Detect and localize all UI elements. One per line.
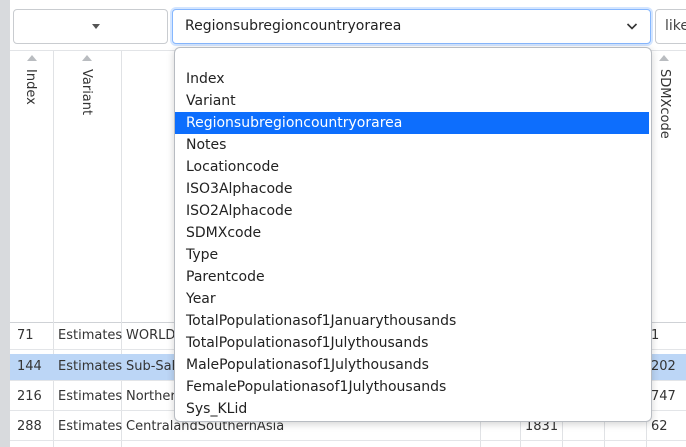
cell-index: 216 xyxy=(17,389,42,404)
caret-down-icon xyxy=(92,24,100,29)
dropdown-option[interactable]: TotalPopulationasof1Julythousands xyxy=(175,332,649,354)
cell-sdmx: 747 xyxy=(651,389,676,404)
dropdown-option[interactable]: Sys_KLid xyxy=(175,398,649,420)
dropdown-option-selected[interactable]: Regionsubregioncountryorarea xyxy=(175,112,649,134)
column-select-value: Regionsubregioncountryorarea xyxy=(185,18,402,34)
dropdown-option[interactable]: Year xyxy=(175,288,649,310)
dropdown-option[interactable]: Parentcode xyxy=(175,266,649,288)
sort-arrow-icon xyxy=(659,55,669,61)
cell-variant: Estimates xyxy=(58,328,123,343)
filter-field-select[interactable] xyxy=(13,9,168,44)
cell-index: 288 xyxy=(17,419,42,434)
dropdown-option[interactable]: TotalPopulationasof1Januarythousands xyxy=(175,310,649,332)
column-header-label: Variant xyxy=(79,69,94,116)
dropdown-option[interactable]: Type xyxy=(175,244,649,266)
column-header-label: Index xyxy=(23,69,38,105)
dropdown-option[interactable]: ISO3Alphacode xyxy=(175,178,649,200)
column-header-index[interactable]: Index xyxy=(10,51,53,321)
chevron-down-icon xyxy=(626,23,638,30)
dropdown-option[interactable]: ISO2Alphacode xyxy=(175,200,649,222)
column-select[interactable]: Regionsubregioncountryorarea xyxy=(172,9,651,44)
cell-index: 71 xyxy=(17,328,34,343)
cell-sdmx: 62 xyxy=(651,419,668,434)
column-dropdown-list[interactable]: Index Variant Regionsubregioncountryorar… xyxy=(174,47,652,422)
sort-arrow-icon xyxy=(82,55,92,61)
cell-variant: Estimates xyxy=(58,359,123,374)
sort-arrow-icon xyxy=(27,55,37,61)
cell-sdmx: 1 xyxy=(651,328,660,343)
window-left-edge xyxy=(0,0,10,447)
cell-variant: Estimates xyxy=(58,389,123,404)
operator-select-value: like xyxy=(665,18,686,34)
dropdown-option[interactable]: MalePopulationasof1Julythousands xyxy=(175,354,649,376)
operator-select[interactable]: like xyxy=(655,9,686,44)
column-header-sdmxcode[interactable]: SDMXcode xyxy=(647,51,686,321)
cell-variant: Estimates xyxy=(58,419,123,434)
column-header-label: SDMXcode xyxy=(657,69,672,139)
cell-sdmx: 202 xyxy=(651,359,676,374)
dropdown-option[interactable]: Locationcode xyxy=(175,156,649,178)
dropdown-option[interactable]: Variant xyxy=(175,90,649,112)
dropdown-option[interactable]: FemalePopulationasof1Julythousands xyxy=(175,376,649,398)
dropdown-option[interactable]: SDMXcode xyxy=(175,222,649,244)
column-header-variant[interactable]: Variant xyxy=(54,51,121,321)
dropdown-option[interactable]: Notes xyxy=(175,134,649,156)
dropdown-option[interactable]: Index xyxy=(175,68,649,90)
cell-index: 144 xyxy=(17,359,42,374)
